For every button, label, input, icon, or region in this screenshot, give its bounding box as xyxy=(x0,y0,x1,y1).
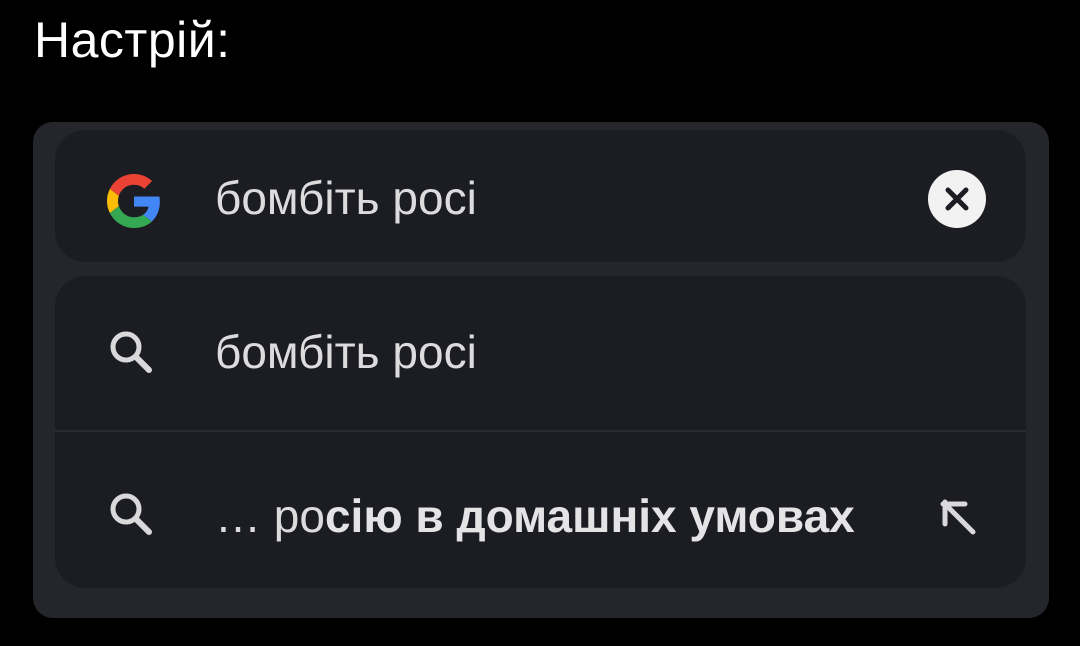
search-icon xyxy=(105,326,157,378)
suggestion-item[interactable]: … росію в домашніх умовах xyxy=(55,432,1026,588)
search-input[interactable] xyxy=(215,168,915,228)
fill-query-arrow-icon[interactable] xyxy=(939,498,979,538)
suggestion-completion: сію в домашніх умовах xyxy=(324,490,855,542)
search-icon xyxy=(105,488,157,540)
suggestion-list: бомбіть росі … росію в домашніх умовах xyxy=(55,276,1026,588)
suggestion-text: … росію в домашніх умовах xyxy=(215,488,855,544)
page-title: Настрій: xyxy=(34,12,231,68)
search-bar[interactable] xyxy=(55,130,1026,262)
suggestion-prefix: … ро xyxy=(215,490,325,542)
suggestion-prefix: бомбіть росі xyxy=(215,326,477,378)
google-g-icon xyxy=(107,174,161,228)
suggestion-item[interactable]: бомбіть росі xyxy=(55,276,1026,432)
close-icon xyxy=(945,187,969,211)
search-panel: бомбіть росі … росію в домашніх умовах xyxy=(33,122,1049,618)
suggestion-text: бомбіть росі xyxy=(215,324,477,380)
clear-search-button[interactable] xyxy=(928,170,986,228)
